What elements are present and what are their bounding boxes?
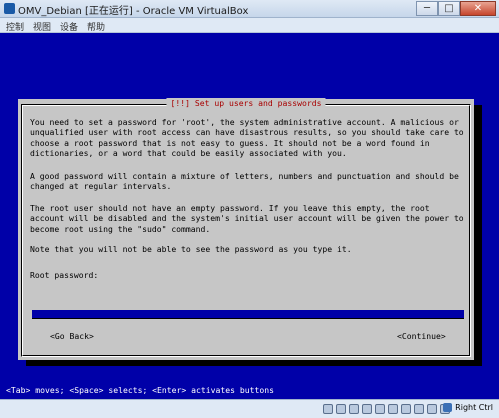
network-icon[interactable]: [362, 404, 372, 414]
menu-item-control[interactable]: 控制: [6, 20, 24, 33]
menu-item-devices[interactable]: 设备: [60, 20, 78, 33]
device-tray: [323, 404, 450, 414]
audio-icon[interactable]: [349, 404, 359, 414]
display-icon[interactable]: [401, 404, 411, 414]
keyboard-icon: [443, 403, 453, 412]
vm-screen[interactable]: [!!] Set up users and passwords You need…: [2, 33, 497, 399]
optical-drive-icon[interactable]: [336, 404, 346, 414]
menu-bar: 控制 视图 设备 帮助: [0, 18, 499, 33]
window-title: OMV_Debian [正在运行] - Oracle VM VirtualBox: [18, 6, 249, 17]
virtualbox-app-icon: [4, 3, 15, 14]
close-button[interactable]: ✕: [460, 1, 496, 16]
root-password-input[interactable]: [32, 310, 464, 319]
vm-status-bar: Right Ctrl: [0, 399, 499, 418]
host-key-label: Right Ctrl: [455, 403, 493, 412]
keyboard-help-line: <Tab> moves; <Space> selects; <Enter> ac…: [6, 385, 275, 395]
video-capture-icon[interactable]: [414, 404, 424, 414]
maximize-button[interactable]: □: [438, 1, 460, 16]
dialog-title: [!!] Set up users and passwords: [166, 98, 326, 108]
paragraph-good-password: A good password will contain a mixture o…: [30, 171, 459, 192]
root-password-label: Root password:: [30, 270, 99, 280]
go-back-button[interactable]: <Go Back>: [50, 331, 94, 341]
host-key-indicator: Right Ctrl: [443, 403, 493, 412]
shared-folder-icon[interactable]: [388, 404, 398, 414]
continue-button[interactable]: <Continue>: [397, 331, 446, 341]
menu-item-view[interactable]: 视图: [33, 20, 51, 33]
minimize-button[interactable]: ─: [416, 1, 438, 16]
paragraph-intro: You need to set a password for 'root', t…: [30, 117, 464, 158]
usb-icon[interactable]: [375, 404, 385, 414]
window-title-bar[interactable]: OMV_Debian [正在运行] - Oracle VM VirtualBox…: [0, 0, 499, 18]
hard-disk-icon[interactable]: [323, 404, 333, 414]
window-controls: ─ □ ✕: [416, 1, 496, 16]
cpu-icon[interactable]: [427, 404, 437, 414]
menu-item-help[interactable]: 帮助: [87, 20, 105, 33]
installer-dialog: [!!] Set up users and passwords You need…: [18, 98, 474, 360]
paragraph-hidden-note: Note that you will not be able to see th…: [30, 244, 352, 254]
paragraph-empty-password: The root user should not have an empty p…: [30, 203, 464, 234]
